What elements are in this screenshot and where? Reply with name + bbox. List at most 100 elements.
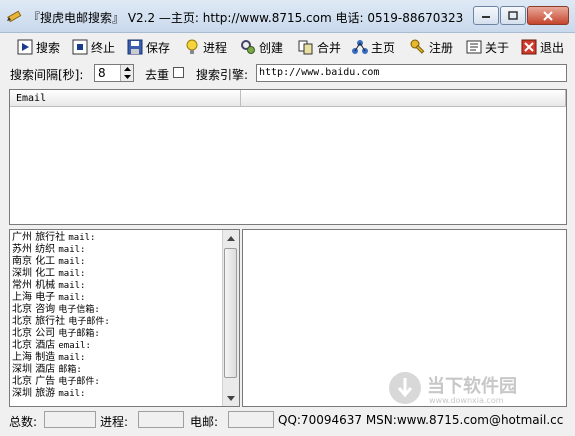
second-column-header[interactable]	[241, 90, 566, 107]
keyword-type: 广告	[35, 376, 56, 387]
total-label: 总数:	[9, 415, 38, 429]
keyword-type: 公司	[35, 328, 56, 339]
title-bar: 『搜虎电邮搜索』 V2.2 —主页: http://www.8715.com 电…	[0, 0, 575, 33]
keyword-item[interactable]: 上海 制造 mail:	[12, 352, 110, 364]
merge-button-label: 合并	[317, 40, 342, 55]
register-button[interactable]: 注册	[410, 36, 453, 58]
keyword-item[interactable]: 深圳 旅游 mail:	[12, 388, 110, 400]
keyword-type: 旅游	[35, 388, 56, 399]
keyword-item[interactable]: 苏州 纺织 mail:	[12, 244, 110, 256]
keyword-kind: mail:	[58, 281, 86, 291]
close-icon	[543, 10, 553, 21]
interval-label: 搜索间隔[秒]:	[10, 68, 84, 82]
stop-button-label: 终止	[91, 40, 116, 55]
home-button[interactable]: 主页	[352, 36, 395, 58]
create-button[interactable]: 创建	[240, 36, 283, 58]
keyword-item[interactable]: 广州 旅行社 mail:	[12, 232, 110, 244]
keyword-city: 北京	[12, 316, 32, 327]
keyword-city: 上海	[12, 352, 32, 363]
keyword-kind: 电子邮件:	[68, 317, 110, 327]
toolbar: 搜索 终止 保存 进程 创建 合并 主页 注册 关于 退出	[0, 33, 575, 60]
keyword-type: 酒店	[35, 364, 56, 375]
keyword-scrollbar[interactable]	[222, 230, 239, 406]
keyword-city: 上海	[12, 292, 32, 303]
save-button[interactable]: 保存	[127, 36, 170, 58]
log-panel[interactable]: 当下软件园 www.downxia.com	[242, 229, 567, 407]
status-bar: 总数: 进程: 电邮: QQ:70094637 MSN:www.8715.com…	[0, 410, 575, 436]
merge-button[interactable]: 合并	[298, 36, 341, 58]
keyword-city: 北京	[12, 340, 32, 351]
keyword-city: 常州	[12, 280, 32, 291]
interval-spinner[interactable]: 8	[94, 64, 134, 82]
keyword-kind: 邮箱:	[58, 365, 82, 375]
arrow-up-icon	[227, 235, 235, 241]
spinner-down-button[interactable]	[120, 73, 133, 81]
keyword-kind: 电子邮箱:	[58, 329, 100, 339]
keyword-type: 机械	[35, 280, 56, 291]
keyword-item[interactable]: 深圳 酒店 邮箱:	[12, 364, 110, 376]
keyword-item[interactable]: 北京 咨询 电子信箱:	[12, 304, 110, 316]
merge-icon	[298, 40, 313, 55]
dedupe-checkbox[interactable]	[173, 67, 184, 78]
total-value	[44, 411, 96, 428]
keyword-item[interactable]: 深圳 化工 mail:	[12, 268, 110, 280]
keyword-item[interactable]: 北京 旅行社 电子邮件:	[12, 316, 110, 328]
engine-label: 搜索引擎:	[196, 68, 249, 82]
process-button-label: 进程	[203, 40, 228, 55]
keyword-kind: mail:	[58, 269, 86, 279]
minimize-button[interactable]	[473, 6, 499, 25]
keyword-city: 北京	[12, 328, 32, 339]
window-title: 『搜虎电邮搜索』 V2.2 —主页: http://www.8715.com 电…	[28, 11, 464, 25]
scroll-up-button[interactable]	[223, 230, 239, 246]
register-button-label: 注册	[429, 40, 454, 55]
stop-button[interactable]: 终止	[72, 36, 115, 58]
scroll-thumb[interactable]	[224, 248, 237, 378]
email-results-list[interactable]: Email	[9, 89, 567, 225]
keyword-kind: mail:	[58, 293, 86, 303]
contact-info: QQ:70094637 MSN:www.8715.com@hotmail.cc	[278, 413, 564, 427]
arrow-down-icon	[227, 395, 235, 401]
arrow-down-icon	[123, 75, 131, 79]
search-button[interactable]: 搜索	[17, 36, 60, 58]
search-engine-input[interactable]: http://www.baidu.com	[256, 64, 567, 82]
keyword-items: 广州 旅行社 mail: 苏州 纺织 mail: 南京 化工 mail: 深圳 化工 …	[12, 232, 110, 400]
keyword-item[interactable]: 北京 广告 电子邮件:	[12, 376, 110, 388]
exit-icon	[521, 39, 537, 55]
keyword-city: 深圳	[12, 388, 32, 399]
process-button[interactable]: 进程	[184, 36, 227, 58]
keyword-item[interactable]: 北京 酒店 email:	[12, 340, 110, 352]
options-row: 搜索间隔[秒]: 8 去重 搜索引擎: http://www.baidu.com	[0, 62, 575, 84]
home-network-icon	[352, 40, 368, 54]
keyword-type: 电子	[35, 292, 56, 303]
interval-value[interactable]: 8	[98, 66, 106, 80]
maximize-button[interactable]	[500, 6, 526, 25]
scroll-down-button[interactable]	[223, 390, 239, 406]
keyword-kind: 电子信箱:	[58, 305, 100, 315]
about-button[interactable]: 关于	[466, 36, 509, 58]
keyword-kind: email:	[58, 341, 91, 351]
keyword-kind: mail:	[58, 257, 86, 267]
close-button[interactable]	[527, 6, 569, 25]
keyword-item[interactable]: 上海 电子 mail:	[12, 292, 110, 304]
app-pencil-icon	[7, 10, 22, 23]
keyword-city: 广州	[12, 232, 32, 243]
keyword-item[interactable]: 北京 公司 电子邮箱:	[12, 328, 110, 340]
keyword-item[interactable]: 常州 机械 mail:	[12, 280, 110, 292]
stop-icon	[72, 39, 88, 55]
exit-button[interactable]: 退出	[521, 36, 564, 58]
keyword-city: 深圳	[12, 268, 32, 279]
keyword-list[interactable]: 广州 旅行社 mail: 苏州 纺织 mail: 南京 化工 mail: 深圳 化工 …	[9, 229, 240, 407]
keyword-item[interactable]: 南京 化工 mail:	[12, 256, 110, 268]
keyword-kind: mail:	[58, 389, 86, 399]
keyword-city: 北京	[12, 376, 32, 387]
keyword-kind: mail:	[68, 233, 96, 243]
search-button-label: 搜索	[36, 40, 61, 55]
email-column-header[interactable]: Email	[10, 90, 241, 107]
about-icon	[466, 40, 482, 54]
watermark-logo: 当下软件园 www.downxia.com	[387, 370, 567, 406]
keyword-type: 纺织	[35, 244, 56, 255]
save-button-label: 保存	[146, 40, 171, 55]
email-count-label: 电邮:	[190, 415, 219, 429]
keyword-kind: mail:	[58, 353, 86, 363]
exit-button-label: 退出	[540, 40, 565, 55]
